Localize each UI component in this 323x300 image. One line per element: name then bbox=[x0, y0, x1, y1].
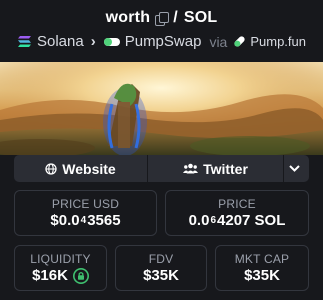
token-banner bbox=[0, 62, 323, 155]
price-usd-card: PRICE USD $0.0 4 3565 bbox=[14, 190, 157, 236]
mkt-cap-card: MKT CAP $35K bbox=[215, 245, 309, 291]
mkt-cap-value: $35K bbox=[244, 267, 280, 284]
solana-icon bbox=[18, 36, 31, 47]
copy-icon[interactable] bbox=[155, 12, 170, 26]
price-usd-label: PRICE USD bbox=[51, 197, 120, 211]
breadcrumb: Solana › PumpSwap via Pump.fun bbox=[0, 33, 323, 50]
pair-separator: / bbox=[173, 9, 178, 26]
price-sol-card: PRICE 0.0 6 4207 SOL bbox=[165, 190, 309, 236]
users-icon bbox=[183, 163, 199, 174]
more-links-button[interactable] bbox=[284, 155, 309, 182]
price-sol-digits: 4207 SOL bbox=[217, 212, 286, 229]
liquidity-card: LIQUIDITY $16K bbox=[14, 245, 107, 291]
pumpfun-icon bbox=[234, 36, 245, 47]
quote-token: SOL bbox=[183, 9, 218, 26]
mkt-cap-label: MKT CAP bbox=[234, 252, 290, 266]
price-sol-prefix: 0.0 bbox=[188, 212, 210, 229]
social-links-bar: Website Twitter bbox=[14, 155, 309, 182]
price-usd-digits: 3565 bbox=[87, 212, 121, 229]
lock-icon[interactable] bbox=[72, 267, 89, 284]
token-name: worth bbox=[105, 9, 151, 26]
price-usd-zero-count: 4 bbox=[80, 215, 87, 226]
chevron-down-icon bbox=[288, 165, 300, 172]
price-usd-prefix: $0.0 bbox=[50, 212, 80, 229]
price-sol-value: 0.0 6 4207 SOL bbox=[189, 212, 286, 229]
launchpad-link[interactable]: Pump.fun bbox=[250, 34, 306, 49]
fdv-label: FDV bbox=[148, 252, 174, 266]
price-sol-zero-count: 6 bbox=[210, 215, 217, 226]
liquidity-value-row: $16K bbox=[32, 267, 89, 284]
pair-title: worth / SOL bbox=[0, 9, 323, 27]
twitter-button[interactable]: Twitter bbox=[148, 155, 284, 182]
pumpswap-icon bbox=[103, 37, 120, 46]
price-usd-value: $0.0 4 3565 bbox=[50, 212, 120, 229]
liquidity-value: $16K bbox=[32, 267, 68, 284]
token-banner-image bbox=[0, 62, 323, 155]
pair-header: worth / SOL Solana › PumpSwap via Pump.f… bbox=[0, 0, 323, 62]
dex-link[interactable]: PumpSwap bbox=[125, 33, 202, 50]
globe-icon bbox=[45, 162, 57, 175]
via-label: via bbox=[209, 33, 228, 50]
chevron-right-icon: › bbox=[90, 33, 96, 50]
liquidity-label: LIQUIDITY bbox=[30, 252, 91, 266]
fdv-value: $35K bbox=[143, 267, 179, 284]
website-button[interactable]: Website bbox=[14, 155, 148, 182]
twitter-label: Twitter bbox=[203, 160, 248, 177]
fdv-card: FDV $35K bbox=[115, 245, 207, 291]
website-label: Website bbox=[62, 160, 116, 177]
price-sol-label: PRICE bbox=[218, 197, 256, 211]
chain-link[interactable]: Solana bbox=[37, 33, 84, 50]
